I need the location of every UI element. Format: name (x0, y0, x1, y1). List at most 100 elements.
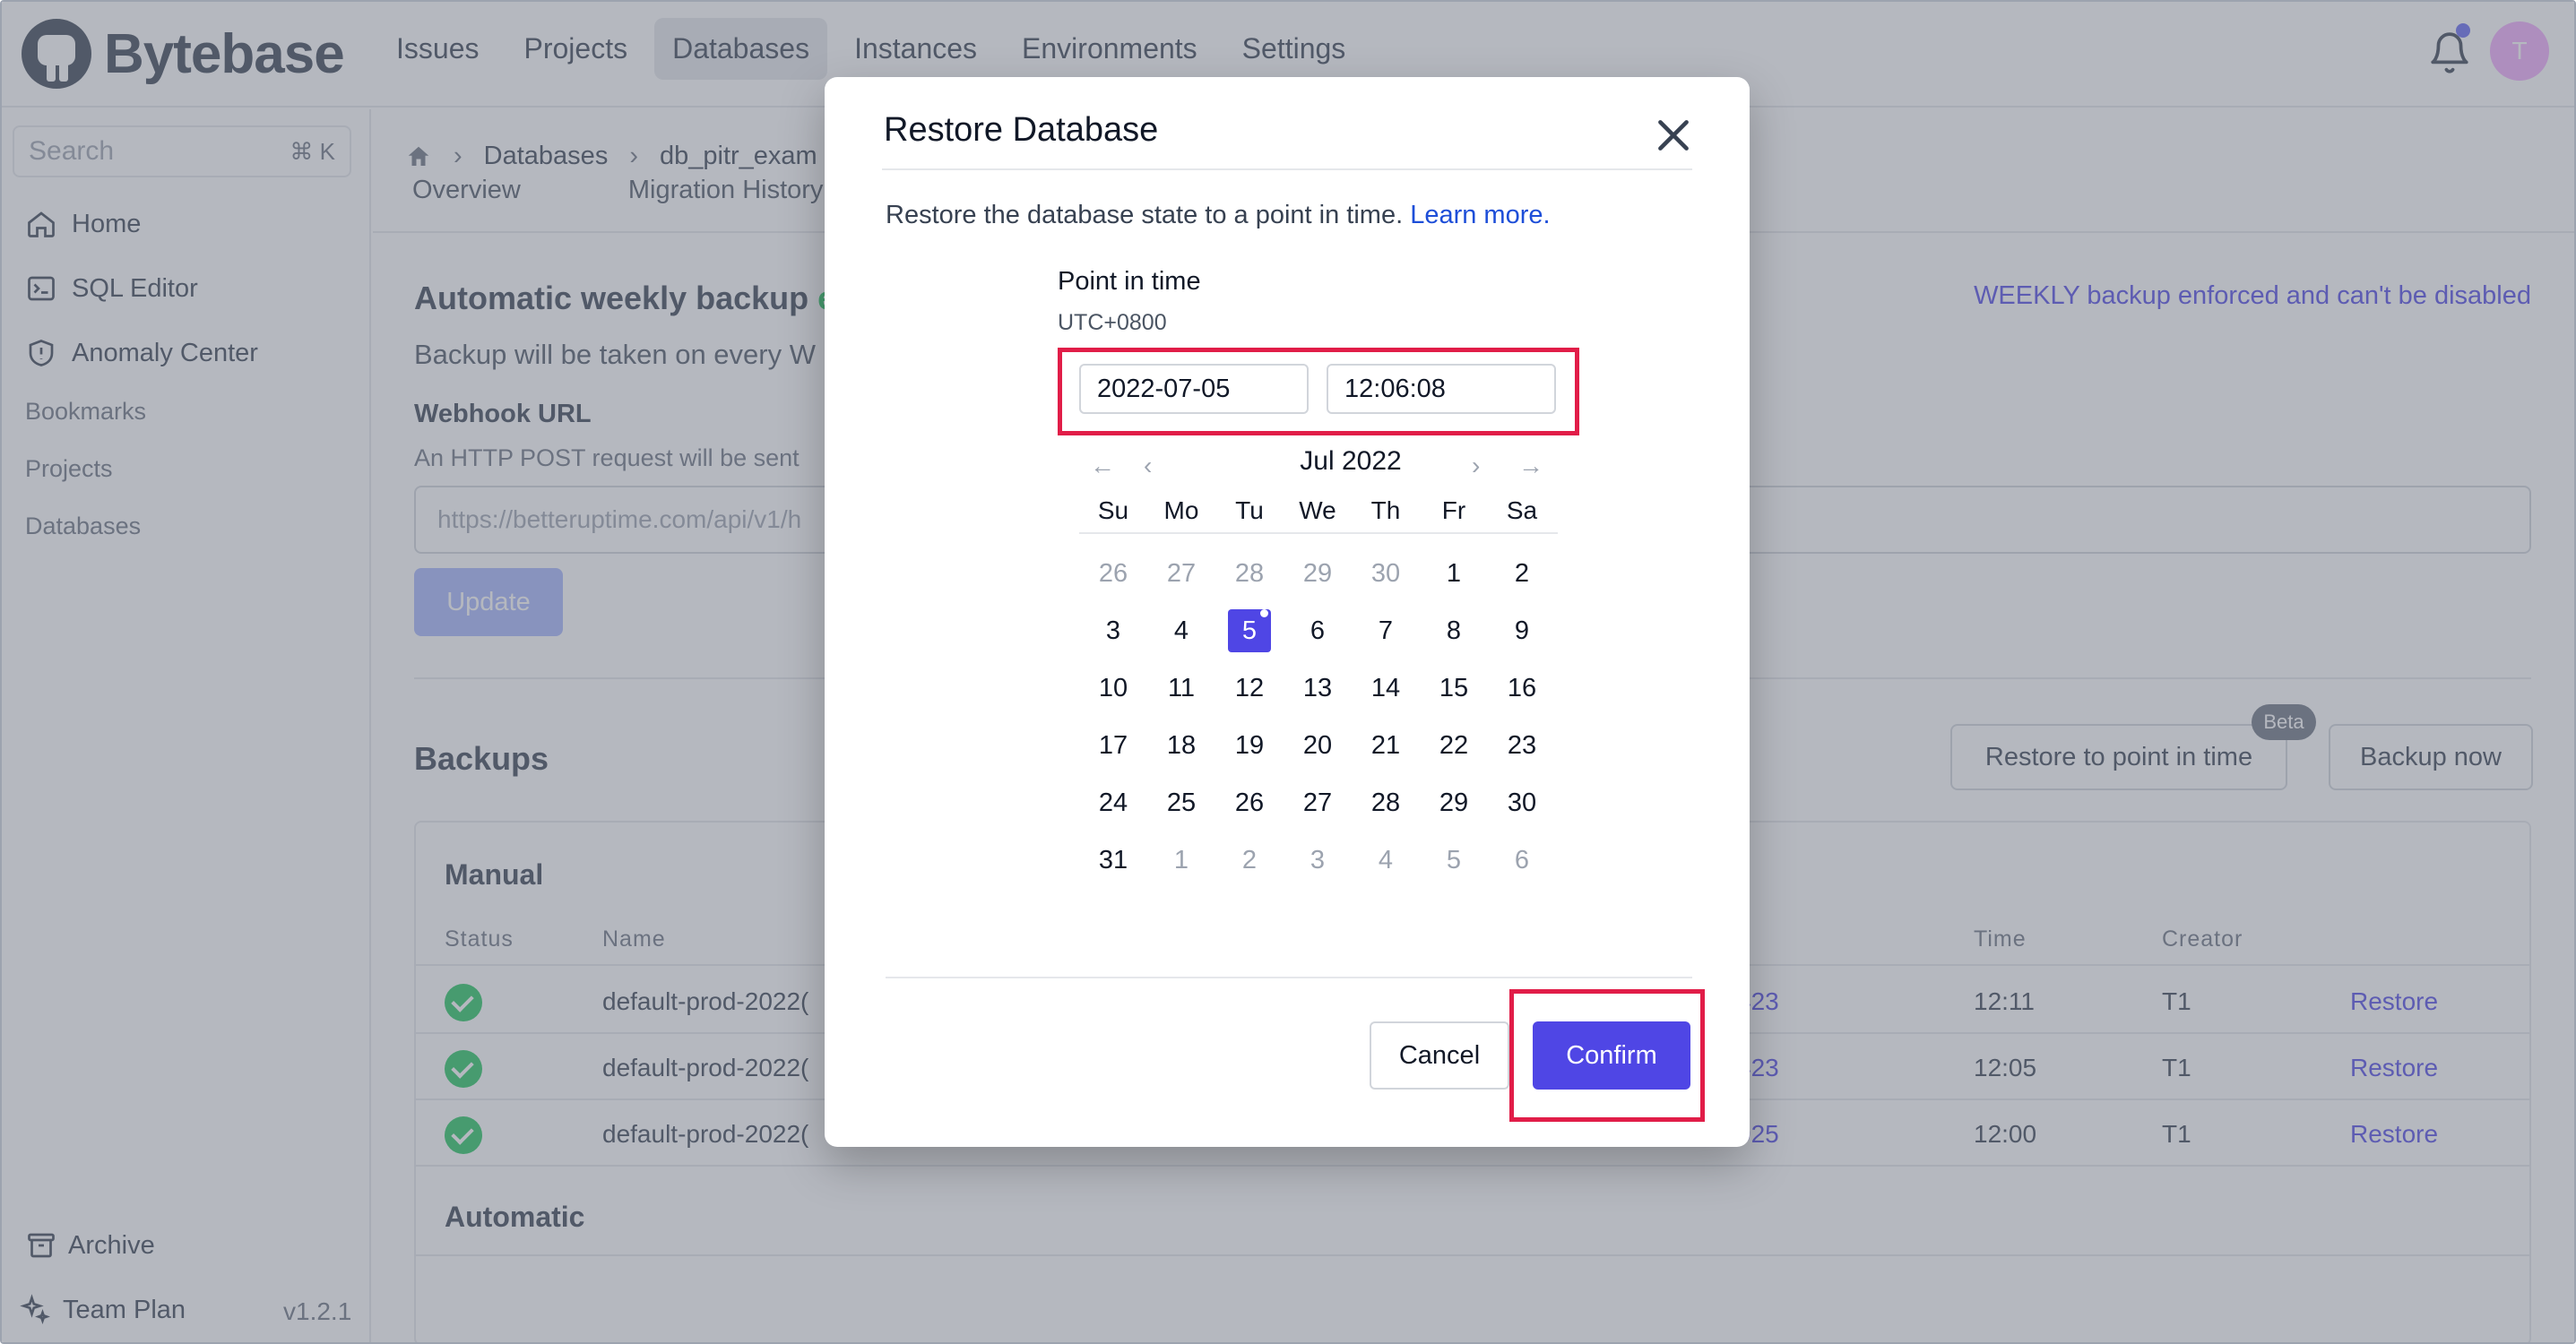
next-month-icon[interactable]: › (1472, 452, 1480, 480)
calendar-day[interactable]: 31 (1079, 831, 1147, 889)
weekday-header: Su Mo Tu We Th Fr Sa (1079, 489, 1558, 534)
calendar-day-number: 11 (1167, 673, 1196, 702)
calendar-day[interactable]: 21 (1352, 717, 1420, 774)
calendar-day-number: 21 (1370, 730, 1401, 760)
calendar-day-number: 3 (1105, 616, 1121, 645)
calendar-day[interactable]: 30 (1352, 545, 1420, 602)
calendar-day[interactable]: 3 (1284, 831, 1352, 889)
calendar-day[interactable]: 14 (1352, 659, 1420, 717)
calendar-day-number: 17 (1098, 730, 1128, 760)
calendar-day[interactable]: 26 (1079, 545, 1147, 602)
calendar-day-number: 10 (1098, 673, 1128, 702)
calendar-day[interactable]: 24 (1079, 774, 1147, 831)
calendar-day[interactable]: 6 (1284, 602, 1352, 659)
calendar-day[interactable]: 1 (1420, 545, 1488, 602)
calendar-day[interactable]: 8 (1420, 602, 1488, 659)
calendar-day-number: 26 (1234, 788, 1265, 817)
calendar-day-number: 5 (1446, 845, 1462, 874)
calendar-day-number: 29 (1439, 788, 1469, 817)
calendar-day[interactable]: 2 (1488, 545, 1556, 602)
prev-year-icon[interactable]: ← (1090, 452, 1115, 480)
highlight-box-confirm (1509, 989, 1705, 1122)
date-input[interactable]: 2022-07-05 (1079, 364, 1309, 414)
weekday-label: Mo (1163, 496, 1199, 524)
calendar-day-selected[interactable]: 5 (1215, 602, 1284, 659)
calendar-day-number: 26 (1098, 558, 1128, 588)
dialog-description: Restore the database state to a point in… (886, 201, 1551, 230)
calendar-day-number: 9 (1514, 616, 1530, 645)
calendar-day[interactable]: 16 (1488, 659, 1556, 717)
calendar-day[interactable]: 28 (1215, 545, 1284, 602)
calendar-grid: Su Mo Tu We Th Fr Sa 26 27 28 29 30 1 2 3 4 5 6 7 8 9… (1079, 489, 1558, 889)
calendar-day[interactable]: 5 (1420, 831, 1488, 889)
weekday-label: We (1299, 496, 1336, 524)
dialog-header-divider (882, 168, 1692, 170)
calendar-day-number: 2 (1514, 558, 1530, 588)
calendar-day[interactable]: 2 (1215, 831, 1284, 889)
calendar-day-number: 4 (1378, 845, 1394, 874)
learn-more-link[interactable]: Learn more. (1410, 201, 1550, 229)
calendar-month-label: Jul 2022 (1300, 446, 1402, 476)
dialog-footer-divider (886, 977, 1692, 978)
calendar-day[interactable]: 10 (1079, 659, 1147, 717)
calendar-day-number: 1 (1446, 558, 1462, 588)
calendar-day[interactable]: 18 (1147, 717, 1215, 774)
calendar-day-number: 19 (1234, 730, 1265, 760)
calendar-day-number: 4 (1173, 616, 1189, 645)
calendar-day[interactable]: 4 (1352, 831, 1420, 889)
calendar-day-number: 27 (1302, 788, 1333, 817)
calendar-day[interactable]: 13 (1284, 659, 1352, 717)
calendar-day[interactable]: 9 (1488, 602, 1556, 659)
calendar-day[interactable]: 22 (1420, 717, 1488, 774)
calendar-day-number: 6 (1310, 616, 1326, 645)
calendar-day-number: 6 (1514, 845, 1530, 874)
weekday-label: Th (1370, 496, 1401, 524)
calendar-day-number: 7 (1378, 616, 1394, 645)
calendar-day[interactable]: 29 (1420, 774, 1488, 831)
calendar-day-number: 27 (1166, 558, 1197, 588)
close-icon[interactable] (1651, 113, 1696, 158)
calendar-day-number: 22 (1439, 730, 1469, 760)
weekday-label: Tu (1235, 496, 1264, 524)
calendar-day[interactable]: 1 (1147, 831, 1215, 889)
calendar-day-number: 8 (1446, 616, 1462, 645)
calendar-day-number: 12 (1234, 673, 1265, 702)
calendar-day[interactable]: 3 (1079, 602, 1147, 659)
calendar-day-number: 2 (1241, 845, 1258, 874)
calendar-day-number: 14 (1370, 673, 1401, 702)
calendar-day-number: 24 (1098, 788, 1128, 817)
prev-month-icon[interactable]: ‹ (1144, 452, 1152, 480)
calendar-day[interactable]: 12 (1215, 659, 1284, 717)
calendar-day[interactable]: 28 (1352, 774, 1420, 831)
calendar-day[interactable]: 6 (1488, 831, 1556, 889)
description-text: Restore the database state to a point in… (886, 201, 1411, 229)
point-in-time-label: Point in time (1058, 267, 1201, 296)
calendar-day-number: 28 (1370, 788, 1401, 817)
calendar-day[interactable]: 7 (1352, 602, 1420, 659)
calendar-day[interactable]: 4 (1147, 602, 1215, 659)
calendar-day[interactable]: 20 (1284, 717, 1352, 774)
calendar-day[interactable]: 17 (1079, 717, 1147, 774)
calendar-day[interactable]: 23 (1488, 717, 1556, 774)
time-input[interactable]: 12:06:08 (1327, 364, 1556, 414)
calendar-day-number: 30 (1507, 788, 1537, 817)
next-year-icon[interactable]: → (1518, 452, 1543, 480)
calendar-day-number: 20 (1302, 730, 1333, 760)
calendar-day[interactable]: 15 (1420, 659, 1488, 717)
calendar-day-number: 30 (1370, 558, 1401, 588)
calendar-day[interactable]: 25 (1147, 774, 1215, 831)
calendar-day[interactable]: 11 (1147, 659, 1215, 717)
calendar-day[interactable]: 27 (1147, 545, 1215, 602)
calendar-day-number: 3 (1310, 845, 1326, 874)
calendar-day[interactable]: 27 (1284, 774, 1352, 831)
calendar-day[interactable]: 26 (1215, 774, 1284, 831)
calendar-day[interactable]: 30 (1488, 774, 1556, 831)
cancel-button[interactable]: Cancel (1370, 1021, 1509, 1090)
calendar-day-number: 29 (1302, 558, 1333, 588)
calendar-day-number: 28 (1234, 558, 1265, 588)
calendar-day[interactable]: 19 (1215, 717, 1284, 774)
calendar-day-number: 16 (1507, 673, 1537, 702)
calendar-day-number: 25 (1166, 788, 1197, 817)
restore-database-dialog: Restore Database Restore the database st… (825, 77, 1750, 1147)
calendar-day[interactable]: 29 (1284, 545, 1352, 602)
